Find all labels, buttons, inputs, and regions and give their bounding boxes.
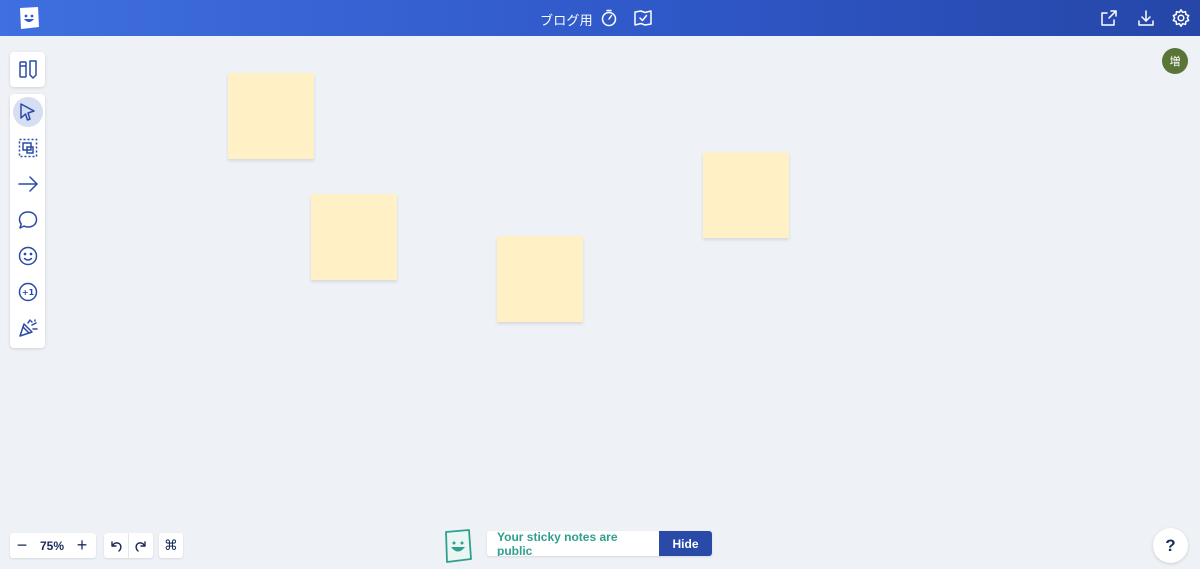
comment-icon [18,211,38,229]
zoom-out-button[interactable]: − [10,533,34,558]
command-icon: ⌘ [164,537,178,553]
redo-icon [135,540,146,552]
party-popper-tool[interactable] [13,313,43,343]
sticky-note[interactable] [703,152,789,238]
multi-select-tool[interactable] [13,133,43,163]
timer-icon[interactable] [599,8,619,28]
emoji-icon [18,246,38,266]
redo-button[interactable] [129,533,153,558]
board-title[interactable]: ブログ用 [540,10,593,29]
arrow-icon [18,176,38,192]
zoom-level: 75% [39,538,65,553]
emoji-tool[interactable] [13,241,43,271]
settings-icon[interactable] [1171,8,1191,28]
sticky-note[interactable] [311,194,397,280]
download-icon[interactable] [1136,8,1156,28]
board-check-icon[interactable] [633,8,653,28]
sticky-pen-tool[interactable] [13,54,43,84]
sticky-note[interactable] [497,236,583,322]
arrow-tool[interactable] [13,169,43,199]
sticky-note[interactable] [228,73,314,159]
shortcuts-controls: ⌘ [159,533,183,558]
sticky-pen-icon [19,60,37,79]
keyboard-shortcuts-button[interactable]: ⌘ [159,533,183,558]
multi-select-icon [18,138,38,158]
top-bar: ブログ用 [0,0,1200,36]
public-notice-text: Your sticky notes are public [487,531,659,556]
tools-panel: +1 [10,94,45,348]
plus-one-tool[interactable]: +1 [13,277,43,307]
zoom-controls: − 75% + [10,533,96,558]
party-popper-icon [19,319,38,337]
zoom-in-button[interactable]: + [70,533,94,558]
help-button[interactable]: ? [1153,528,1188,563]
public-notice-banner: Your sticky notes are public Hide [487,531,712,556]
comment-tool[interactable] [13,205,43,235]
undo-icon [111,540,122,552]
user-avatar[interactable]: 増 [1162,48,1188,74]
mascot-icon [443,529,473,563]
select-tool[interactable] [13,97,43,127]
select-cursor-icon [20,103,35,121]
history-controls [104,533,153,558]
plus-one-icon: +1 [18,282,38,302]
svg-text:+1: +1 [22,288,35,297]
sticky-tool-panel [10,52,45,87]
hide-button[interactable]: Hide [659,531,712,556]
share-icon[interactable] [1099,8,1119,28]
app-logo[interactable] [16,5,42,31]
undo-button[interactable] [104,533,128,558]
